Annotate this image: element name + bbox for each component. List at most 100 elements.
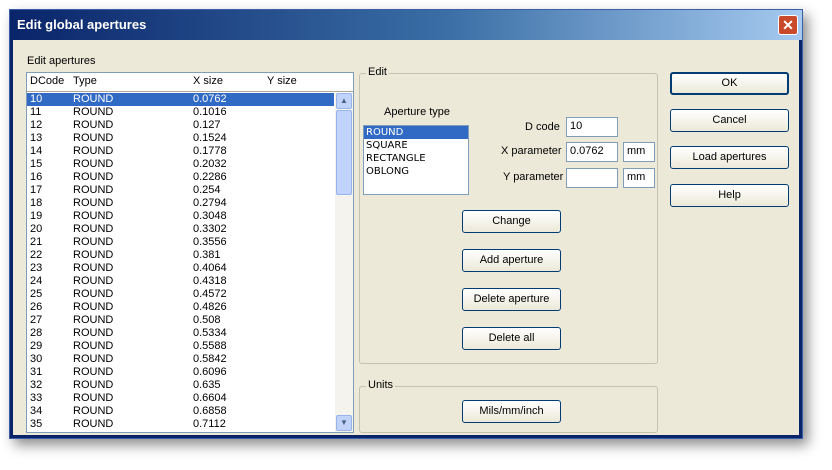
table-row[interactable]: 28 ROUND 0.5334 [27, 327, 334, 340]
cell-dcode: 26 [30, 301, 43, 313]
table-row[interactable]: 31 ROUND 0.6096 [27, 366, 334, 379]
cell-type: ROUND [73, 106, 114, 118]
column-header-y-size[interactable]: Y size [267, 75, 297, 87]
window-title: Edit global apertures [17, 17, 147, 32]
cell-dcode: 33 [30, 392, 43, 404]
scroll-down-button[interactable]: ▼ [336, 415, 352, 431]
table-row[interactable]: 22 ROUND 0.381 [27, 249, 334, 262]
cell-dcode: 32 [30, 379, 43, 391]
cell-x-size: 0.1778 [193, 145, 227, 157]
cell-dcode: 34 [30, 405, 43, 417]
table-row[interactable]: 26 ROUND 0.4826 [27, 301, 334, 314]
aperture-type-option[interactable]: ROUND [364, 126, 468, 139]
add-aperture-button[interactable]: Add aperture [462, 249, 561, 272]
dialog-body: Edit apertures DCode Type X size Y size … [13, 40, 799, 435]
cell-dcode: 20 [30, 223, 43, 235]
y-parameter-field[interactable] [566, 168, 618, 188]
cell-dcode: 24 [30, 275, 43, 287]
cell-x-size: 0.5334 [193, 327, 227, 339]
y-parameter-label: Y parameter [503, 171, 564, 183]
units-button[interactable]: Mils/mm/inch [462, 400, 561, 423]
table-row[interactable]: 20 ROUND 0.3302 [27, 223, 334, 236]
cell-type: ROUND [73, 353, 114, 365]
table-row[interactable]: 23 ROUND 0.4064 [27, 262, 334, 275]
dialog-window: Edit global apertures ✕ Edit apertures D… [9, 9, 803, 439]
table-row[interactable]: 35 ROUND 0.7112 [27, 418, 334, 431]
table-row[interactable]: 34 ROUND 0.6858 [27, 405, 334, 418]
x-unit-field[interactable]: mm [623, 142, 655, 162]
load-apertures-button[interactable]: Load apertures [670, 146, 789, 169]
table-row[interactable]: 21 ROUND 0.3556 [27, 236, 334, 249]
cell-type: ROUND [73, 158, 114, 170]
cell-type: ROUND [73, 132, 114, 144]
cell-x-size: 0.6604 [193, 392, 227, 404]
table-row[interactable]: 33 ROUND 0.6604 [27, 392, 334, 405]
cell-x-size: 0.4318 [193, 275, 227, 287]
table-row[interactable]: 30 ROUND 0.5842 [27, 353, 334, 366]
cell-x-size: 0.254 [193, 184, 221, 196]
cell-dcode: 31 [30, 366, 43, 378]
cell-type: ROUND [73, 327, 114, 339]
column-header-x-size[interactable]: X size [193, 75, 223, 87]
table-row[interactable]: 29 ROUND 0.5588 [27, 340, 334, 353]
cell-dcode: 21 [30, 236, 43, 248]
table-header: DCode Type X size Y size [27, 73, 353, 92]
table-row[interactable]: 17 ROUND 0.254 [27, 184, 334, 197]
cell-dcode: 13 [30, 132, 43, 144]
apertures-table[interactable]: DCode Type X size Y size 10 ROUND 0.0762 11… [26, 72, 354, 433]
cell-type: ROUND [73, 197, 114, 209]
vertical-scrollbar[interactable]: ▲ ▼ [335, 93, 353, 432]
scroll-thumb[interactable] [336, 110, 352, 195]
cell-x-size: 0.6096 [193, 366, 227, 378]
table-row[interactable]: 11 ROUND 0.1016 [27, 106, 334, 119]
cell-dcode: 18 [30, 197, 43, 209]
aperture-type-option[interactable]: OBLONG [364, 165, 468, 178]
close-button[interactable]: ✕ [778, 15, 798, 35]
cell-dcode: 35 [30, 418, 43, 430]
cell-x-size: 0.1524 [193, 132, 227, 144]
table-row[interactable]: 18 ROUND 0.2794 [27, 197, 334, 210]
table-row[interactable]: 19 ROUND 0.3048 [27, 210, 334, 223]
table-row[interactable]: 27 ROUND 0.508 [27, 314, 334, 327]
table-row[interactable]: 10 ROUND 0.0762 [27, 93, 334, 106]
aperture-type-option[interactable]: RECTANGLE [364, 152, 468, 165]
aperture-type-list[interactable]: ROUND SQUARE RECTANGLE OBLONG [363, 125, 469, 195]
cell-x-size: 0.2794 [193, 197, 227, 209]
table-row[interactable]: 15 ROUND 0.2032 [27, 158, 334, 171]
table-row[interactable]: 25 ROUND 0.4572 [27, 288, 334, 301]
cell-dcode: 10 [30, 93, 43, 105]
table-row[interactable]: 32 ROUND 0.635 [27, 379, 334, 392]
help-button[interactable]: Help [670, 184, 789, 207]
edit-apertures-label: Edit apertures [27, 55, 96, 67]
title-bar[interactable]: Edit global apertures ✕ [10, 10, 802, 40]
table-row[interactable]: 24 ROUND 0.4318 [27, 275, 334, 288]
change-button[interactable]: Change [462, 210, 561, 233]
delete-aperture-button[interactable]: Delete aperture [462, 288, 561, 311]
dcode-field[interactable]: 10 [566, 117, 618, 137]
delete-all-button[interactable]: Delete all [462, 327, 561, 350]
y-unit-field[interactable]: mm [623, 168, 655, 188]
cell-dcode: 30 [30, 353, 43, 365]
cell-type: ROUND [73, 275, 114, 287]
table-row[interactable]: 13 ROUND 0.1524 [27, 132, 334, 145]
cell-x-size: 0.2032 [193, 158, 227, 170]
table-row[interactable]: 14 ROUND 0.1778 [27, 145, 334, 158]
x-parameter-label: X parameter [501, 145, 562, 157]
cell-type: ROUND [73, 236, 114, 248]
x-parameter-field[interactable]: 0.0762 [566, 142, 618, 162]
table-row[interactable]: 16 ROUND 0.2286 [27, 171, 334, 184]
cancel-button[interactable]: Cancel [670, 109, 789, 132]
scroll-up-button[interactable]: ▲ [336, 93, 352, 109]
cell-type: ROUND [73, 340, 114, 352]
cell-x-size: 0.635 [193, 379, 221, 391]
table-row[interactable]: 12 ROUND 0.127 [27, 119, 334, 132]
ok-button[interactable]: OK [670, 72, 789, 95]
cell-dcode: 12 [30, 119, 43, 131]
dcode-label: D code [525, 121, 560, 133]
column-header-dcode[interactable]: DCode [30, 75, 64, 87]
cell-x-size: 0.4572 [193, 288, 227, 300]
column-header-type[interactable]: Type [73, 75, 97, 87]
cell-dcode: 14 [30, 145, 43, 157]
aperture-type-option[interactable]: SQUARE [364, 139, 468, 152]
cell-type: ROUND [73, 405, 114, 417]
